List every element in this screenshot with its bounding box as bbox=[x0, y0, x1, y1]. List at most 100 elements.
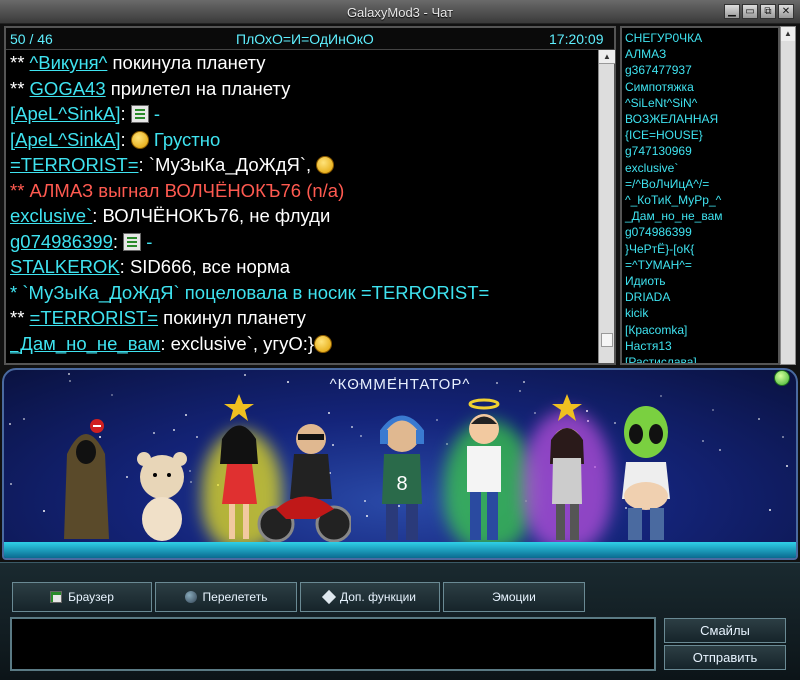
browser-button[interactable]: Браузер bbox=[12, 582, 152, 612]
message-text: : SID666, все норма bbox=[119, 256, 291, 277]
message-nick-link[interactable]: [ApeL^SinkA] bbox=[10, 129, 121, 150]
star-decoration bbox=[10, 483, 12, 485]
chat-message: STALKEROK: SID666, все норма bbox=[10, 254, 598, 280]
message-nick-link[interactable]: [ApeL^SinkA] bbox=[10, 103, 121, 124]
message-text: покинул планету bbox=[158, 307, 306, 328]
chat-message: ** =TERRORIST= покинул планету bbox=[10, 305, 598, 331]
star-decoration bbox=[702, 440, 704, 442]
chat-status-bar: 50 / 46 ПлОхО=И=ОдИнОкО 17:20:09 bbox=[6, 28, 614, 50]
user-list-item[interactable]: СНЕГУР0ЧКА bbox=[625, 30, 778, 46]
message-nick-link[interactable]: _Дам_но_не_вам bbox=[10, 333, 160, 354]
user-list-item[interactable]: g747130969 bbox=[625, 143, 778, 159]
browser-button-label: Браузер bbox=[68, 590, 114, 604]
scroll-up-arrow-icon[interactable]: ▲ bbox=[781, 27, 795, 41]
message-text: : bbox=[120, 103, 131, 124]
message-nick-link[interactable]: STALKEROK bbox=[10, 256, 120, 277]
chat-message: * `МуЗыКа_ДоЖдЯ` поцеловала в носик =TER… bbox=[10, 280, 598, 306]
browser-icon bbox=[50, 591, 63, 603]
user-list-item[interactable]: =^ТУМАН^= bbox=[625, 257, 778, 273]
close-button[interactable]: ✕ bbox=[778, 4, 794, 19]
message-nick-link[interactable]: ^Викуня^ bbox=[30, 52, 108, 73]
user-list-scrollbar[interactable]: ▲ ▼ bbox=[780, 26, 796, 603]
user-list-item[interactable]: Идиоть bbox=[625, 273, 778, 289]
avatar-alien[interactable] bbox=[614, 404, 679, 544]
avatar-hooded[interactable] bbox=[59, 414, 114, 544]
user-list-item[interactable]: Симпотяжка bbox=[625, 79, 778, 95]
status-bulb-icon[interactable] bbox=[774, 370, 790, 386]
star-decoration bbox=[351, 426, 353, 428]
user-list-item[interactable]: ^_КоТиК_МуРр_^ bbox=[625, 192, 778, 208]
message-input[interactable] bbox=[10, 617, 656, 671]
user-list-item[interactable]: Настя13 bbox=[625, 338, 778, 354]
star-decoration bbox=[153, 432, 155, 434]
fly-button-label: Перелететь bbox=[202, 590, 268, 604]
message-prefix: ** bbox=[10, 52, 30, 73]
star-decoration bbox=[173, 429, 175, 431]
message-nick-link[interactable]: GOGA43 bbox=[30, 78, 106, 99]
chat-scrollbar[interactable]: ▲ ▼ bbox=[598, 50, 615, 626]
star-decoration bbox=[360, 435, 362, 437]
user-list-item[interactable]: АЛМАЗ bbox=[625, 46, 778, 62]
fly-button[interactable]: Перелететь bbox=[155, 582, 297, 612]
avatar-girl-grey[interactable] bbox=[542, 394, 592, 544]
chat-message: [ApeL^SinkA]: Грустно bbox=[10, 127, 598, 153]
user-list-item[interactable]: ВОЗЖЕЛАННАЯ bbox=[625, 111, 778, 127]
message-nick-link[interactable]: =TERRORIST= bbox=[10, 154, 139, 175]
star-decoration bbox=[534, 412, 536, 414]
star-decoration bbox=[23, 418, 25, 420]
user-list-item[interactable]: [Красomka] bbox=[625, 322, 778, 338]
user-list-item[interactable]: DRIADA bbox=[625, 289, 778, 305]
message-text: : bbox=[120, 128, 131, 150]
emotions-button[interactable]: Эмоции bbox=[443, 582, 585, 612]
message-prefix: ** bbox=[10, 307, 30, 328]
user-list-item[interactable]: [Растислава] bbox=[625, 354, 778, 363]
chat-message: g074986399: - bbox=[10, 229, 598, 255]
message-nick-link[interactable]: =TERRORIST= bbox=[30, 307, 159, 328]
smiles-button[interactable]: Смайлы bbox=[664, 618, 786, 643]
star-decoration bbox=[111, 394, 113, 396]
sad-emoticon-icon bbox=[130, 130, 149, 149]
planet-icon bbox=[184, 591, 197, 603]
user-list-item[interactable]: kicik bbox=[625, 305, 778, 321]
restore-button[interactable]: ▭ bbox=[742, 4, 758, 19]
user-list-item[interactable]: g074986399 bbox=[625, 224, 778, 240]
message-nick-link[interactable]: g074986399 bbox=[10, 231, 113, 252]
user-list-item[interactable]: g367477937 bbox=[625, 62, 778, 78]
scroll-up-arrow-icon[interactable]: ▲ bbox=[599, 50, 615, 64]
message-text: : ВОЛЧЁНОКЪ76, не флуди bbox=[92, 205, 331, 226]
extra-functions-button[interactable]: Доп. функции bbox=[300, 582, 440, 612]
user-list-item[interactable]: }ЧеРтЁ}-[оК{ bbox=[625, 241, 778, 257]
user-list-item[interactable]: =/^ВоЛчИцА^/= bbox=[625, 176, 778, 192]
wrench-icon bbox=[321, 589, 337, 605]
system-message: ** АЛМАЗ выгнал ВОЛЧЁНОКЪ76 (n/a) bbox=[10, 179, 345, 201]
star-decoration bbox=[446, 443, 448, 445]
system-message: * `МуЗыКа_ДоЖдЯ` поцеловала в носик =TER… bbox=[10, 281, 490, 303]
minimize-button[interactable]: ▁ bbox=[724, 4, 740, 19]
message-text: : exclusive`, угуО:} bbox=[160, 332, 315, 354]
chat-message: =TERRORIST=: `МуЗыКа_ДоЖдЯ`, bbox=[10, 152, 598, 178]
user-list-item[interactable]: exclusive` bbox=[625, 160, 778, 176]
maximize-button[interactable]: ⧉ bbox=[760, 4, 776, 19]
chat-message: ** GOGA43 прилетел на планету bbox=[10, 76, 598, 102]
grin-emoticon-icon bbox=[314, 334, 333, 353]
star-decoration bbox=[786, 465, 788, 467]
avatar-bear[interactable] bbox=[132, 449, 192, 544]
avatar-headphones[interactable]: 8 bbox=[372, 404, 432, 544]
smile-emoticon-icon bbox=[316, 156, 335, 174]
user-list-item[interactable]: {ICE=HOUSE} bbox=[625, 127, 778, 143]
user-list-item[interactable]: ^SiLeNt^SiN^ bbox=[625, 95, 778, 111]
star-decoration bbox=[43, 510, 45, 512]
send-button[interactable]: Отправить bbox=[664, 645, 786, 670]
message-nick-link[interactable]: exclusive` bbox=[10, 205, 92, 226]
svg-text:8: 8 bbox=[396, 473, 407, 495]
scroll-thumb[interactable] bbox=[601, 333, 613, 347]
message-text: : `МуЗыКа_ДоЖдЯ`, bbox=[138, 154, 317, 175]
chat-log: ** ^Викуня^ покинула планету ** GOGA43 пр… bbox=[10, 50, 598, 360]
message-text: : bbox=[112, 230, 124, 252]
user-list: СНЕГУР0ЧКА АЛМАЗ g367477937 Симпотяжка ^SiLe… bbox=[620, 26, 780, 365]
chat-pane: 50 / 46 ПлОхО=И=ОдИнОкО 17:20:09 ** ^Вик… bbox=[4, 26, 616, 626]
avatar-biker[interactable] bbox=[256, 414, 351, 544]
user-list-item[interactable]: _Дам_но_не_вам bbox=[625, 208, 778, 224]
avatar-angel[interactable] bbox=[459, 394, 509, 544]
chat-message: [ApeL^SinkA]: - bbox=[10, 101, 598, 127]
